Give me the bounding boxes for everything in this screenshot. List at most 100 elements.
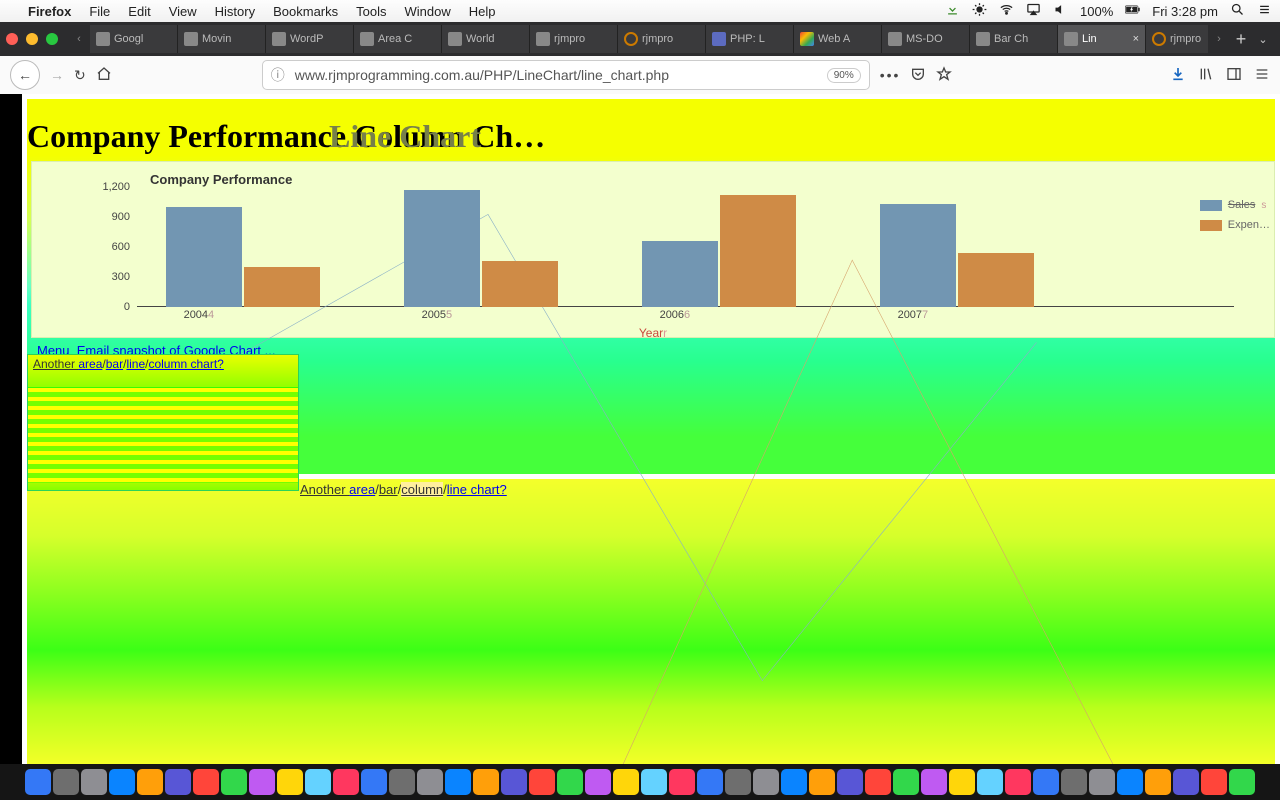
area-link[interactable]: area	[78, 357, 102, 371]
dock-app-17[interactable]	[501, 769, 527, 795]
dock-app-40[interactable]	[1145, 769, 1171, 795]
close-window-icon[interactable]	[6, 33, 18, 45]
home-button[interactable]	[96, 66, 112, 85]
airplay-icon[interactable]	[1026, 2, 1041, 20]
dock-app-38[interactable]	[1089, 769, 1115, 795]
dock-app-24[interactable]	[697, 769, 723, 795]
pocket-icon[interactable]	[910, 66, 926, 85]
dock-app-18[interactable]	[529, 769, 555, 795]
tab-11[interactable]: Lin×	[1058, 25, 1146, 53]
bookmark-star-icon[interactable]	[936, 66, 952, 85]
tab-scroll-left-icon[interactable]: ‹	[68, 28, 90, 50]
close-tab-icon[interactable]: ×	[1133, 33, 1139, 45]
sidebar-icon[interactable]	[1226, 66, 1242, 85]
dock-app-42[interactable]	[1201, 769, 1227, 795]
dock-app-11[interactable]	[333, 769, 359, 795]
dock-app-37[interactable]	[1061, 769, 1087, 795]
dock-app-2[interactable]	[81, 769, 107, 795]
back-button[interactable]: ←	[10, 60, 40, 90]
wifi-icon[interactable]	[999, 2, 1014, 20]
menu-file[interactable]: File	[89, 4, 110, 19]
dock-app-32[interactable]	[921, 769, 947, 795]
menu-history[interactable]: History	[215, 4, 255, 19]
forward-button[interactable]: →	[50, 67, 64, 83]
dock-app-6[interactable]	[193, 769, 219, 795]
line-link[interactable]: line	[126, 357, 145, 371]
spotlight-icon[interactable]	[1230, 2, 1245, 20]
dock-app-43[interactable]	[1229, 769, 1255, 795]
dock-app-28[interactable]	[809, 769, 835, 795]
zoom-window-icon[interactable]	[46, 33, 58, 45]
dock-app-9[interactable]	[277, 769, 303, 795]
new-tab-button[interactable]: +	[1230, 28, 1252, 50]
menu-tools[interactable]: Tools	[356, 4, 386, 19]
menu-view[interactable]: View	[169, 4, 197, 19]
tab-1[interactable]: Movin	[178, 25, 266, 53]
bug-icon[interactable]	[972, 2, 987, 20]
reload-button[interactable]: ↻	[74, 67, 86, 84]
tab-8[interactable]: Web A	[794, 25, 882, 53]
dock-app-19[interactable]	[557, 769, 583, 795]
volume-icon[interactable]	[1053, 2, 1068, 20]
tab-scroll-right-icon[interactable]: ›	[1208, 28, 1230, 50]
page-actions-icon[interactable]: •••	[880, 67, 901, 83]
bar-link-2[interactable]: bar	[379, 482, 398, 497]
dock-app-29[interactable]	[837, 769, 863, 795]
tab-10[interactable]: Bar Ch	[970, 25, 1058, 53]
dock-app-30[interactable]	[865, 769, 891, 795]
menu-help[interactable]: Help	[469, 4, 496, 19]
tab-6[interactable]: rjmpro	[618, 25, 706, 53]
dock-app-5[interactable]	[165, 769, 191, 795]
bar-expenses-2004[interactable]	[244, 267, 320, 307]
dock-app-20[interactable]	[585, 769, 611, 795]
tab-3[interactable]: Area C	[354, 25, 442, 53]
dock-app-23[interactable]	[669, 769, 695, 795]
downloads-icon[interactable]	[1170, 66, 1186, 85]
minimize-window-icon[interactable]	[26, 33, 38, 45]
bar-sales-2004[interactable]	[166, 207, 242, 307]
bar-expenses-2005[interactable]	[482, 261, 558, 307]
dock-app-22[interactable]	[641, 769, 667, 795]
area-link-2[interactable]: area	[349, 482, 375, 497]
dock-app-33[interactable]	[949, 769, 975, 795]
site-info-icon[interactable]: ⓘ	[271, 65, 285, 85]
dock-app-1[interactable]	[53, 769, 79, 795]
app-name[interactable]: Firefox	[28, 4, 71, 19]
tab-0[interactable]: Googl	[90, 25, 178, 53]
column-link[interactable]: column chart?	[148, 357, 223, 371]
dock-app-15[interactable]	[445, 769, 471, 795]
column-link-2[interactable]: column	[401, 482, 443, 497]
dock-app-35[interactable]	[1005, 769, 1031, 795]
dock-app-41[interactable]	[1173, 769, 1199, 795]
bar-sales-2006[interactable]	[642, 241, 718, 307]
hamburger-menu-icon[interactable]	[1254, 66, 1270, 85]
dock-app-26[interactable]	[753, 769, 779, 795]
menu-window[interactable]: Window	[405, 4, 451, 19]
dock-app-0[interactable]	[25, 769, 51, 795]
menu-edit[interactable]: Edit	[128, 4, 150, 19]
tab-4[interactable]: World	[442, 25, 530, 53]
dock-app-13[interactable]	[389, 769, 415, 795]
dock-app-8[interactable]	[249, 769, 275, 795]
dock-app-39[interactable]	[1117, 769, 1143, 795]
tab-7[interactable]: PHP: L	[706, 25, 794, 53]
dock-app-7[interactable]	[221, 769, 247, 795]
dock-app-36[interactable]	[1033, 769, 1059, 795]
dock-app-12[interactable]	[361, 769, 387, 795]
tab-12[interactable]: rjmpro	[1146, 25, 1208, 53]
download-icon[interactable]	[945, 2, 960, 20]
tabs-dropdown-icon[interactable]: ⌄	[1252, 28, 1274, 50]
line-link-2[interactable]: line chart?	[447, 482, 507, 497]
address-bar[interactable]: ⓘ www.rjmprogramming.com.au/PHP/LineChar…	[262, 60, 870, 90]
library-icon[interactable]	[1198, 66, 1214, 85]
menu-bookmarks[interactable]: Bookmarks	[273, 4, 338, 19]
tab-9[interactable]: MS-DO	[882, 25, 970, 53]
dock-app-25[interactable]	[725, 769, 751, 795]
dock-app-34[interactable]	[977, 769, 1003, 795]
tab-5[interactable]: rjmpro	[530, 25, 618, 53]
dock-app-3[interactable]	[109, 769, 135, 795]
bar-expenses-2007[interactable]	[958, 253, 1034, 307]
bar-sales-2007[interactable]	[880, 204, 956, 307]
dock-app-10[interactable]	[305, 769, 331, 795]
bar-sales-2005[interactable]	[404, 190, 480, 307]
